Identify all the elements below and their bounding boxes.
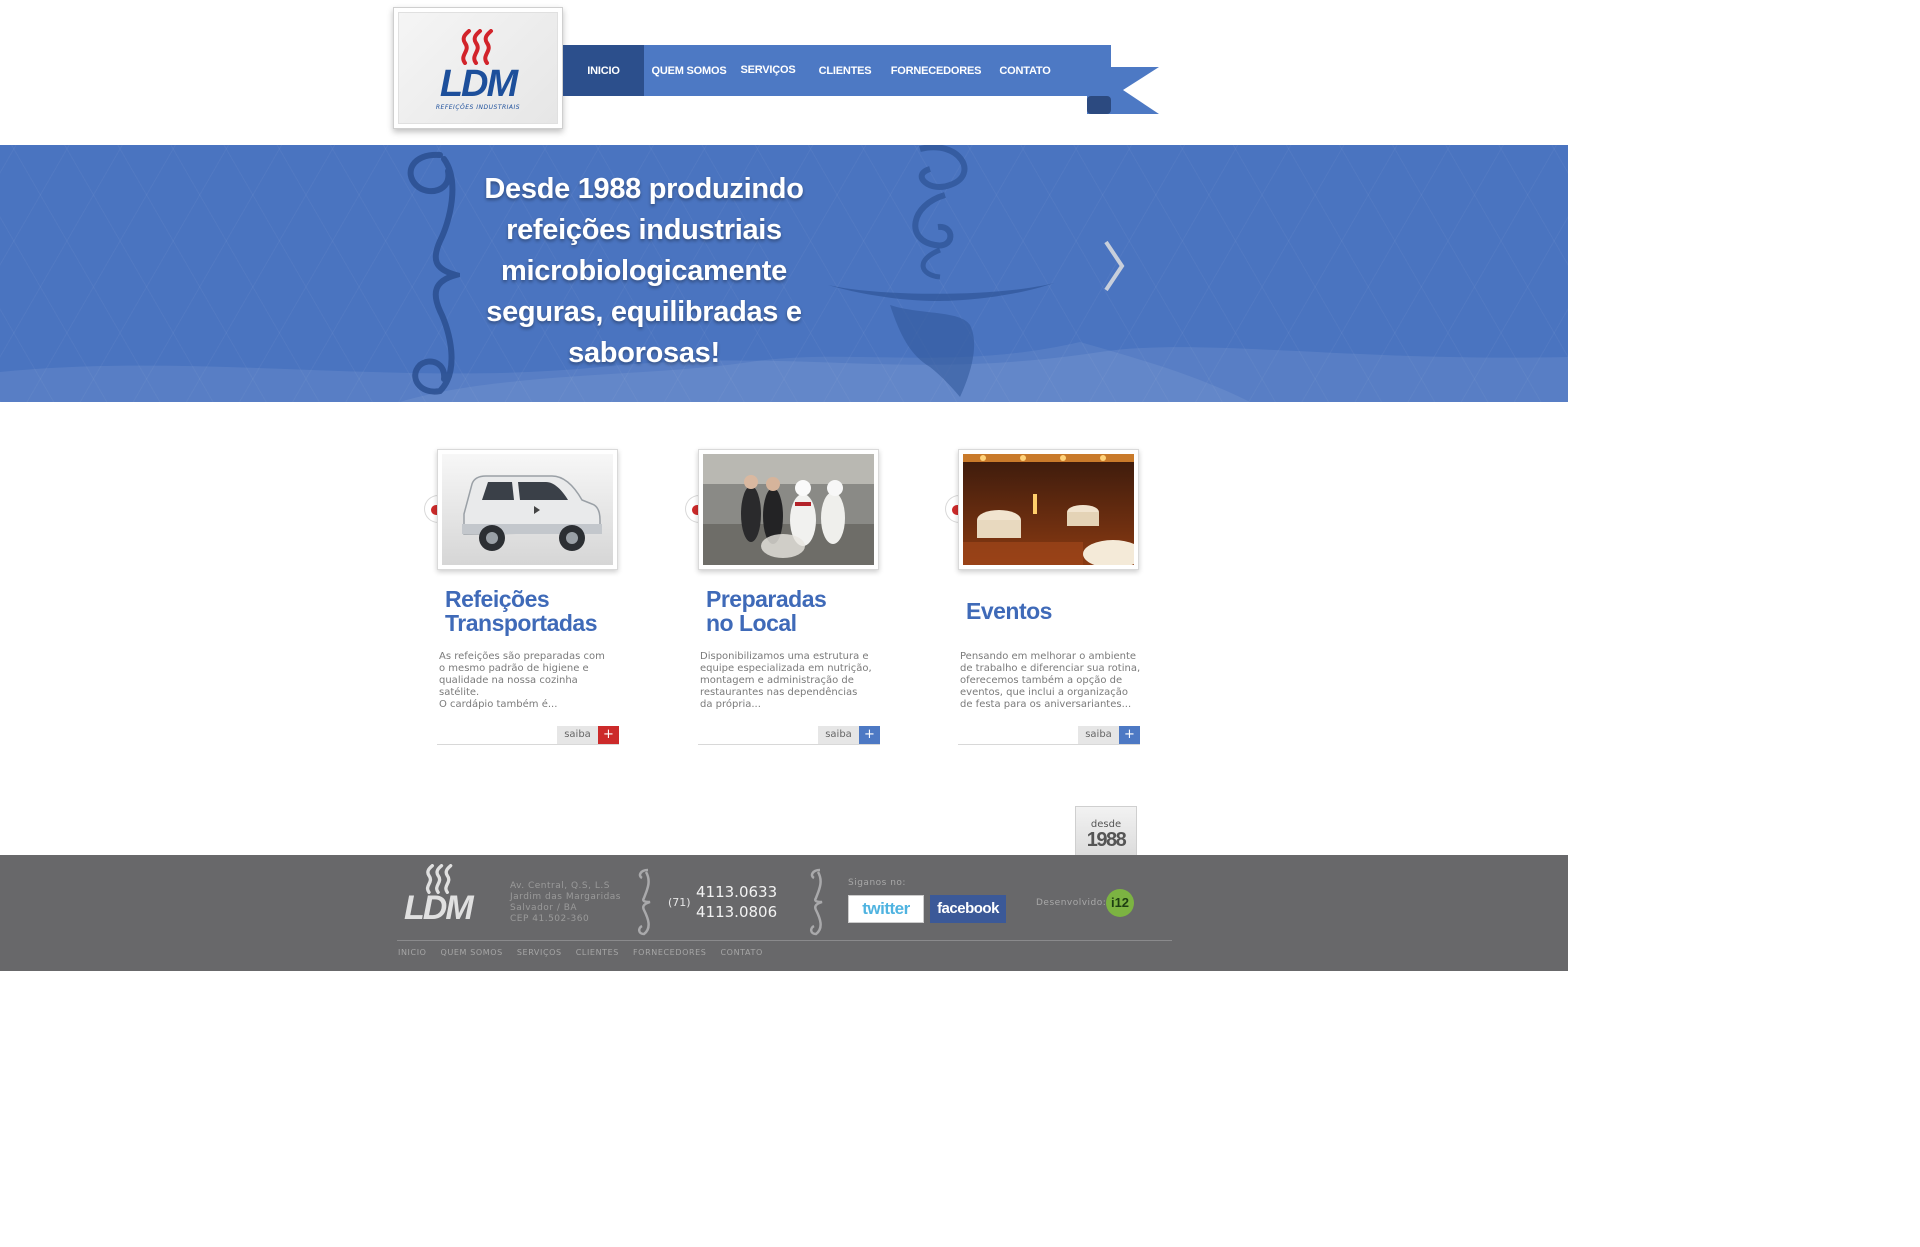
chevron-right-icon[interactable] xyxy=(1100,240,1128,292)
ribbon-tail xyxy=(1087,67,1159,114)
card-image-frame[interactable] xyxy=(958,449,1139,570)
card-divider xyxy=(437,744,619,745)
follow-label: Siganos no: xyxy=(848,878,906,888)
logo[interactable]: LDM REFEIÇÕES INDUSTRIAIS xyxy=(393,7,563,129)
since-year: 1988 xyxy=(1086,829,1127,851)
logo-subtitle: REFEIÇÕES INDUSTRIAIS xyxy=(435,104,521,111)
address-line: Av. Central, Q.S, L.S xyxy=(510,881,610,891)
plus-icon: + xyxy=(1119,726,1140,744)
footer-bracket-icon xyxy=(810,868,823,936)
saiba-mais-button[interactable]: saiba + xyxy=(818,726,880,744)
plus-icon: + xyxy=(598,726,619,744)
card-title: Refeições Transportadas xyxy=(445,586,598,636)
phone-area-code: (71) xyxy=(668,896,691,909)
twitter-link[interactable]: twitter xyxy=(848,895,924,923)
card-description: Pensando em melhorar o ambiente de traba… xyxy=(960,651,1141,710)
facebook-link[interactable]: facebook xyxy=(930,895,1006,923)
footer-nav-clientes[interactable]: CLIENTES xyxy=(576,948,619,957)
main-nav: INICIO QUEM SOMOS SERVIÇOS CLIENTES FORN… xyxy=(563,45,1111,96)
saiba-label: saiba xyxy=(557,726,598,744)
nav-item-fornecedores[interactable]: FORNECEDORES xyxy=(888,45,984,96)
footer-nav-quem-somos[interactable]: QUEM SOMOS xyxy=(441,948,503,957)
card-divider xyxy=(698,744,880,745)
address-line: Salvador / BA xyxy=(510,903,578,913)
card-title: Preparadas no Local xyxy=(706,586,827,636)
developer-label: Desenvolvido: xyxy=(1036,898,1107,908)
card-title: Eventos xyxy=(966,598,1052,624)
footer-logo[interactable]: LDM xyxy=(404,889,474,928)
developer-logo[interactable]: i12 xyxy=(1106,889,1134,917)
since-badge: desde 1988 xyxy=(1075,806,1137,856)
card-image-frame[interactable] xyxy=(437,449,618,570)
logo-text: LDM xyxy=(439,63,518,105)
hero-headline: Desde 1988 produzindo refeições industri… xyxy=(484,173,804,369)
footer-divider xyxy=(397,940,1172,941)
waiter-tray-icon xyxy=(828,145,1054,397)
card-description: Disponibilizamos uma estrutura e equipe … xyxy=(700,651,872,710)
footer-bracket-icon xyxy=(638,868,651,936)
nav-item-inicio[interactable]: INICIO xyxy=(563,45,644,96)
steam-icon xyxy=(461,29,493,65)
address-line: CEP 41.502-360 xyxy=(510,914,590,924)
logo-inner: LDM REFEIÇÕES INDUSTRIAIS xyxy=(398,12,558,124)
ornament-bracket-icon xyxy=(407,151,460,395)
phone-number: 4113.0806 xyxy=(696,903,778,921)
address-line: Jardim das Margaridas xyxy=(510,892,621,902)
saiba-label: saiba xyxy=(818,726,859,744)
phone-number: 4113.0633 xyxy=(696,883,778,901)
kitchen-photo xyxy=(703,454,874,565)
nav-item-quem-somos[interactable]: QUEM SOMOS xyxy=(644,45,734,96)
footer-nav-fornecedores[interactable]: FORNECEDORES xyxy=(633,948,707,957)
footer-nav-inicio[interactable]: INICIO xyxy=(398,948,427,957)
card-description: As refeições são preparadas com o mesmo … xyxy=(439,651,605,710)
saiba-mais-button[interactable]: saiba + xyxy=(1078,726,1140,744)
footer-nav-servicos[interactable]: SERVIÇOS xyxy=(517,948,562,957)
saiba-label: saiba xyxy=(1078,726,1119,744)
page: LDM REFEIÇÕES INDUSTRIAIS INICIO QUEM SO… xyxy=(0,0,1568,1024)
nav-item-contato[interactable]: CONTATO xyxy=(984,45,1066,96)
card-divider xyxy=(958,744,1140,745)
hero-banner: Desde 1988 produzindo refeições industri… xyxy=(0,145,1568,402)
nav-item-servicos[interactable]: SERVIÇOS xyxy=(734,45,802,96)
footer-nav: INICIO QUEM SOMOS SERVIÇOS CLIENTES FORN… xyxy=(398,948,763,957)
event-hall-photo xyxy=(963,454,1134,565)
card-image-frame[interactable] xyxy=(698,449,879,570)
footer-nav-contato[interactable]: CONTATO xyxy=(720,948,762,957)
van-photo xyxy=(442,454,613,565)
footer: LDM Av. Central, Q.S, L.S Jardim das Mar… xyxy=(0,855,1568,971)
plus-icon: + xyxy=(859,726,880,744)
nav-item-clientes[interactable]: CLIENTES xyxy=(802,45,888,96)
footer-address: Av. Central, Q.S, L.S Jardim das Margari… xyxy=(510,881,621,925)
saiba-mais-button[interactable]: saiba + xyxy=(557,726,619,744)
